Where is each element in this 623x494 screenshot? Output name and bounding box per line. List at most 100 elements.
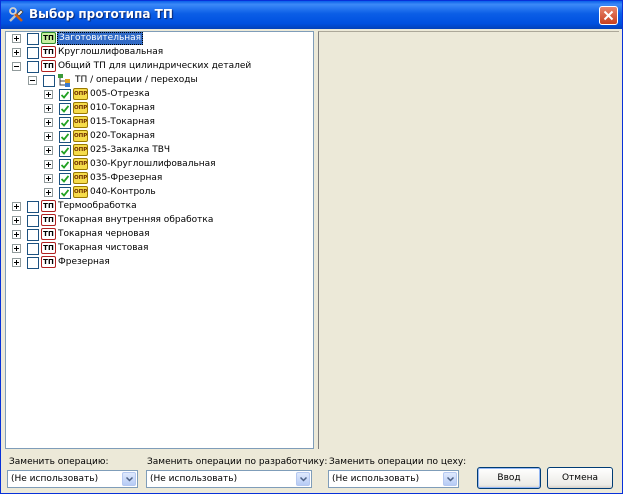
node-checkbox[interactable] [59,103,71,115]
node-checkbox[interactable] [27,61,39,73]
node-checkbox[interactable] [43,75,55,87]
expand-toggle[interactable] [44,104,53,113]
tree-node-operation[interactable]: ОПР 005-Отрезка [6,88,306,102]
replace-operation-label: Заменить операцию: [9,457,109,467]
tree-node-label[interactable]: Фрезерная [57,256,111,269]
combo-value: (Не использовать) [150,474,238,484]
tree-node-label[interactable]: Заготовительная [57,32,144,45]
expand-toggle[interactable] [12,202,21,211]
dropdown-button[interactable] [122,472,136,486]
tree-node[interactable]: ТП Фрезерная [6,256,306,270]
collapse-toggle[interactable] [12,62,21,71]
prototype-tree[interactable]: ТП Заготовительная ТП Круглошлифовальная… [5,31,314,449]
tree-node-operation[interactable]: ОПР 020-Токарная [6,130,306,144]
checkmark-icon [61,175,69,183]
tree-node[interactable]: ТП Круглошлифовальная [6,46,306,60]
expand-toggle[interactable] [12,230,21,239]
tree-node-label[interactable]: 030-Круглошлифовальная [89,158,217,171]
collapse-toggle[interactable] [28,76,37,85]
tree-node-operation[interactable]: ОПР 035-Фрезерная [6,172,306,186]
chevron-down-icon [300,477,307,482]
node-checkbox[interactable] [27,201,39,213]
tp-icon: ТП [41,200,56,212]
node-checkbox[interactable] [27,47,39,59]
tp-icon: ТП [41,242,56,254]
dialog-window: Выбор прототипа ТП ТП Заготовительная ТП… [0,0,623,494]
node-checkbox[interactable] [27,33,39,45]
node-checkbox[interactable] [27,215,39,227]
checkmark-icon [61,105,69,113]
dropdown-button[interactable] [296,472,310,486]
node-checkbox[interactable] [27,243,39,255]
replace-by-developer-combo[interactable]: (Не использовать) [146,470,312,488]
tree-node-label[interactable]: ТП / операции / переходы [74,74,199,87]
node-checkbox[interactable] [27,229,39,241]
cancel-button[interactable]: Отмена [547,467,613,489]
close-button[interactable] [599,6,618,25]
node-checkbox[interactable] [59,145,71,157]
tree-node-label[interactable]: Токарная черновая [57,228,151,241]
checkmark-icon [61,161,69,169]
tree-node-label[interactable]: Термообработка [57,200,138,213]
tools-icon [9,7,24,22]
tree-node-label[interactable]: 035-Фрезерная [89,172,163,185]
title-bar[interactable]: Выбор прототипа ТП [1,1,622,29]
expand-toggle[interactable] [12,216,21,225]
checkmark-icon [61,91,69,99]
operation-icon: ОПР [73,172,88,184]
tree-node[interactable]: ТП / операции / переходы [6,74,306,88]
window-title: Выбор прототипа ТП [29,7,173,21]
tree-node-label[interactable]: Токарная внутренняя обработка [57,214,214,227]
tree-node-label[interactable]: Круглошлифовальная [57,46,164,59]
node-checkbox[interactable] [59,187,71,199]
tree-node-operation[interactable]: ОПР 030-Круглошлифовальная [6,158,306,172]
checkmark-icon [61,147,69,155]
tree-node-label[interactable]: 040-Контроль [89,186,157,199]
node-checkbox[interactable] [27,257,39,269]
expand-toggle[interactable] [44,160,53,169]
tree-node-label[interactable]: Токарная чистовая [57,242,149,255]
tree-node[interactable]: ТП Токарная чистовая [6,242,306,256]
tree-node[interactable]: ТП Общий ТП для цилиндрических деталей [6,60,306,74]
expand-toggle[interactable] [44,174,53,183]
expand-toggle[interactable] [12,258,21,267]
tp-icon: ТП [41,256,56,268]
preview-panel [318,31,619,449]
tree-node[interactable]: ТП Токарная внутренняя обработка [6,214,306,228]
dropdown-button[interactable] [443,472,457,486]
expand-toggle[interactable] [12,48,21,57]
tree-node-label[interactable]: 025-Закалка ТВЧ [89,144,171,157]
expand-toggle[interactable] [12,34,21,43]
expand-toggle[interactable] [44,188,53,197]
tree-node-label[interactable]: 010-Токарная [89,102,156,115]
ok-button[interactable]: Ввод [477,467,541,489]
replace-by-workshop-combo[interactable]: (Не использовать) [328,470,459,488]
tree-node[interactable]: ТП Токарная черновая [6,228,306,242]
tree-node-label[interactable]: Общий ТП для цилиндрических деталей [57,60,252,73]
tree-node-label[interactable]: 020-Токарная [89,130,156,143]
expand-toggle[interactable] [44,90,53,99]
node-checkbox[interactable] [59,117,71,129]
tree-node-operation[interactable]: ОПР 025-Закалка ТВЧ [6,144,306,158]
expand-toggle[interactable] [44,132,53,141]
expand-toggle[interactable] [12,244,21,253]
expand-toggle[interactable] [44,118,53,127]
node-checkbox[interactable] [59,173,71,185]
tree-node-label[interactable]: 005-Отрезка [89,88,151,101]
tree-node[interactable]: ТП Термообработка [6,200,306,214]
tree-node-label[interactable]: 015-Токарная [89,116,156,129]
tp-icon: ТП [41,228,56,240]
node-checkbox[interactable] [59,131,71,143]
tree-node-operation[interactable]: ОПР 040-Контроль [6,186,306,200]
tree-node-operation[interactable]: ОПР 015-Токарная [6,116,306,130]
operation-icon: ОПР [73,130,88,142]
replace-by-workshop-label: Заменить операции по цеху: [329,457,467,467]
tree-node-operation[interactable]: ОПР 010-Токарная [6,102,306,116]
tree-node[interactable]: ТП Заготовительная [6,32,306,46]
node-checkbox[interactable] [59,89,71,101]
replace-operation-combo[interactable]: (Не использовать) [7,470,138,488]
chevron-down-icon [126,477,133,482]
expand-toggle[interactable] [44,146,53,155]
node-checkbox[interactable] [59,159,71,171]
operation-icon: ОПР [73,116,88,128]
